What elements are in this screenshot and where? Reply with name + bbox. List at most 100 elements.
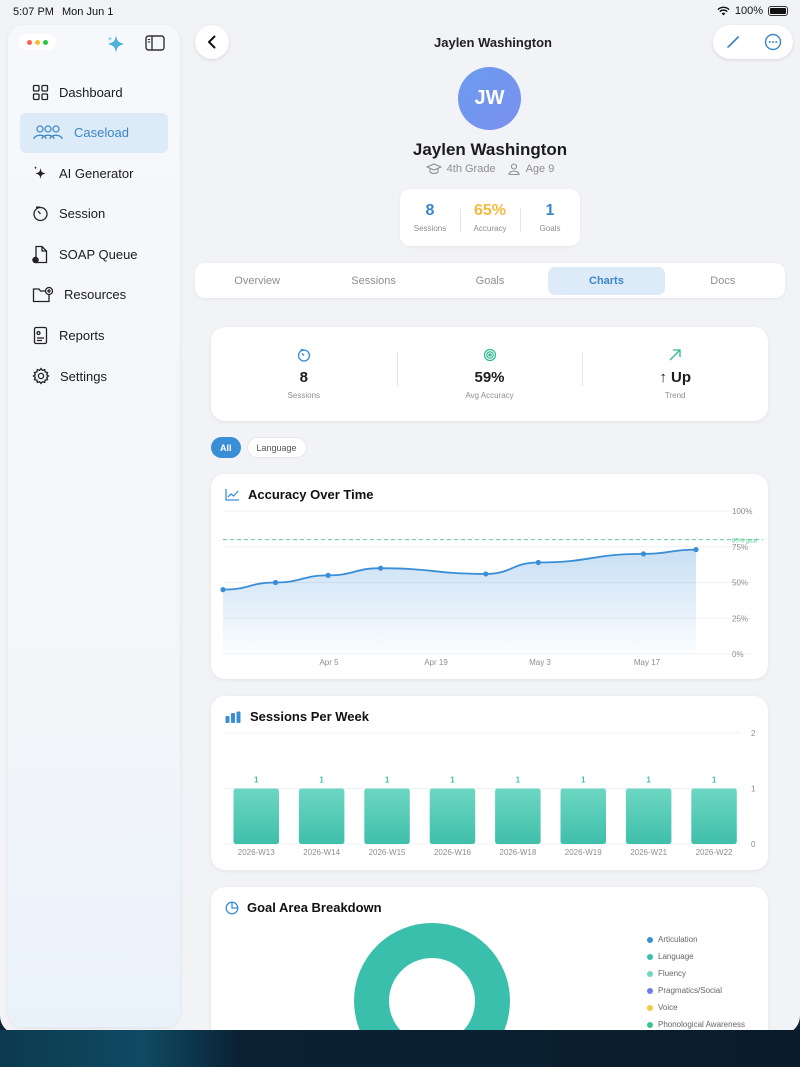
data-point	[640, 551, 647, 557]
stat-label: Goals	[539, 224, 561, 233]
x-tick-label: 2026-W13	[238, 848, 275, 857]
age-label: Age 9	[525, 163, 555, 175]
summary-value: 59%	[474, 369, 505, 386]
legend-label: Phonological Awareness	[658, 1020, 746, 1029]
report-icon	[33, 326, 48, 345]
gear-icon	[32, 367, 50, 385]
sidebar-item-settings[interactable]: Settings	[20, 356, 168, 396]
sparkle-icon	[34, 165, 46, 179]
minimize-window-button[interactable]	[34, 39, 40, 45]
bar-value-label: 1	[254, 776, 259, 785]
legend-swatch	[647, 1021, 653, 1028]
header-actions	[713, 25, 793, 59]
stat-label: Sessions	[413, 224, 447, 233]
window-controls[interactable]	[18, 34, 56, 50]
sidebar-item-resources[interactable]: Resources	[20, 275, 168, 315]
x-tick-label: May 3	[529, 658, 551, 667]
sidebar-item-label: Caseload	[74, 125, 129, 141]
y-tick-label: 25%	[732, 614, 748, 623]
tab-charts[interactable]: Charts	[548, 266, 665, 295]
x-tick-label: 2026-W14	[303, 848, 340, 857]
legend-swatch	[647, 970, 653, 977]
data-point	[693, 547, 699, 553]
sidebar-item-session[interactable]: Session	[20, 194, 168, 234]
bar-value-label: 1	[646, 776, 651, 785]
tab-docs[interactable]: Docs	[665, 267, 781, 295]
sidebar-item-caseload[interactable]: Caseload	[20, 112, 168, 153]
page-title: Jaylen Washington	[434, 35, 552, 50]
legend-item: Voice	[647, 999, 745, 1016]
profile-stats-card: 8 Sessions 65% Accuracy 1 Goals	[400, 189, 580, 246]
app-window: 5:07 PM Mon Jun 1 100% Dashboard Caseloa…	[0, 0, 800, 1034]
battery-icon	[768, 6, 788, 16]
goal-area-legend: Articulation Language Fluency Pragmatics/So…	[647, 931, 745, 1033]
sidebar-item-label: Resources	[64, 287, 127, 303]
legend-item: Articulation	[647, 931, 745, 948]
sidebar-toggle-icon[interactable]	[145, 35, 165, 51]
bar-value-label: 1	[450, 776, 455, 785]
sidebar-item-soap-queue[interactable]: SOAP Queue	[20, 234, 168, 274]
data-point	[535, 559, 541, 566]
bar-value-label: 1	[385, 776, 390, 785]
timer-icon	[297, 349, 310, 362]
sidebar-item-label: Reports	[59, 328, 105, 344]
sidebar-item-reports[interactable]: Reports	[20, 316, 168, 356]
filter-chip-all[interactable]: All	[211, 437, 241, 458]
battery-percent: 100%	[734, 5, 763, 17]
summary-card: 8 Sessions 59% Avg Accuracy ↑ Up Trend	[211, 327, 768, 421]
legend-swatch	[647, 987, 653, 994]
sidebar-item-dashboard[interactable]: Dashboard	[20, 72, 168, 112]
accuracy-chart-card: Accuracy Over Time 100% 75% 50% 25% 0% 80% go…	[211, 474, 768, 679]
y-tick-label: 100%	[732, 507, 752, 516]
goal-area-donut-chart	[354, 923, 510, 1034]
student-name: Jaylen Washington	[412, 140, 568, 159]
filter-chips: All Language	[211, 437, 307, 458]
filter-chip-language[interactable]: Language	[246, 437, 307, 458]
data-point	[483, 571, 489, 577]
close-window-button[interactable]	[26, 39, 32, 45]
sparkle-icon[interactable]	[105, 33, 127, 55]
goal-line-label: 80% goal	[732, 539, 757, 545]
pencil-icon[interactable]	[725, 34, 741, 50]
stat-accuracy: 65% Accuracy	[460, 202, 520, 233]
bar	[495, 788, 541, 844]
sidebar-item-label: Session	[59, 206, 106, 222]
tab-overview[interactable]: Overview	[199, 267, 315, 295]
person-icon	[508, 163, 520, 175]
donut-slice	[354, 923, 510, 1034]
tab-sessions[interactable]: Sessions	[315, 267, 431, 295]
grade-label: 4th Grade	[446, 163, 496, 175]
legend-swatch	[647, 1004, 653, 1011]
more-options-icon[interactable]	[764, 33, 782, 51]
legend-item: Language	[647, 948, 745, 965]
bar	[560, 788, 606, 844]
summary-label: Trend	[664, 391, 686, 400]
sidebar: Dashboard Caseload AI Generator Session …	[8, 25, 180, 1027]
x-tick-label: 2026-W15	[369, 848, 406, 857]
x-tick-label: 2026-W19	[565, 848, 602, 857]
data-point	[325, 572, 331, 578]
people-icon	[33, 125, 63, 140]
legend-item: Fluency	[647, 965, 745, 982]
sidebar-item-label: SOAP Queue	[59, 246, 138, 262]
sidebar-item-ai-generator[interactable]: AI Generator	[20, 153, 168, 193]
summary-sessions: 8 Sessions	[211, 348, 397, 400]
sidebar-item-label: Settings	[60, 368, 107, 384]
student-meta: 4th Grade Age 9	[390, 163, 590, 175]
tab-goals[interactable]: Goals	[432, 267, 548, 295]
x-tick-label: 2026-W16	[434, 848, 471, 857]
accuracy-line-chart: 100%75%50%25%0%80% goalApr 5 Apr 19 May 3M…	[220, 507, 763, 667]
status-time: 5:07 PM	[13, 6, 54, 18]
back-button[interactable]	[195, 25, 229, 59]
summary-value: 8	[299, 369, 308, 386]
desktop-background	[0, 1030, 800, 1067]
data-point	[220, 587, 226, 593]
status-date: Mon Jun 1	[62, 6, 114, 18]
y-tick-label: 50%	[732, 579, 748, 588]
zoom-window-button[interactable]	[42, 39, 48, 45]
stat-label: Accuracy	[473, 224, 507, 233]
x-tick-label: Apr 5	[319, 658, 339, 667]
legend-label: Pragmatics/Social	[658, 986, 723, 995]
bar	[691, 788, 737, 844]
bar-value-label: 1	[581, 776, 586, 785]
